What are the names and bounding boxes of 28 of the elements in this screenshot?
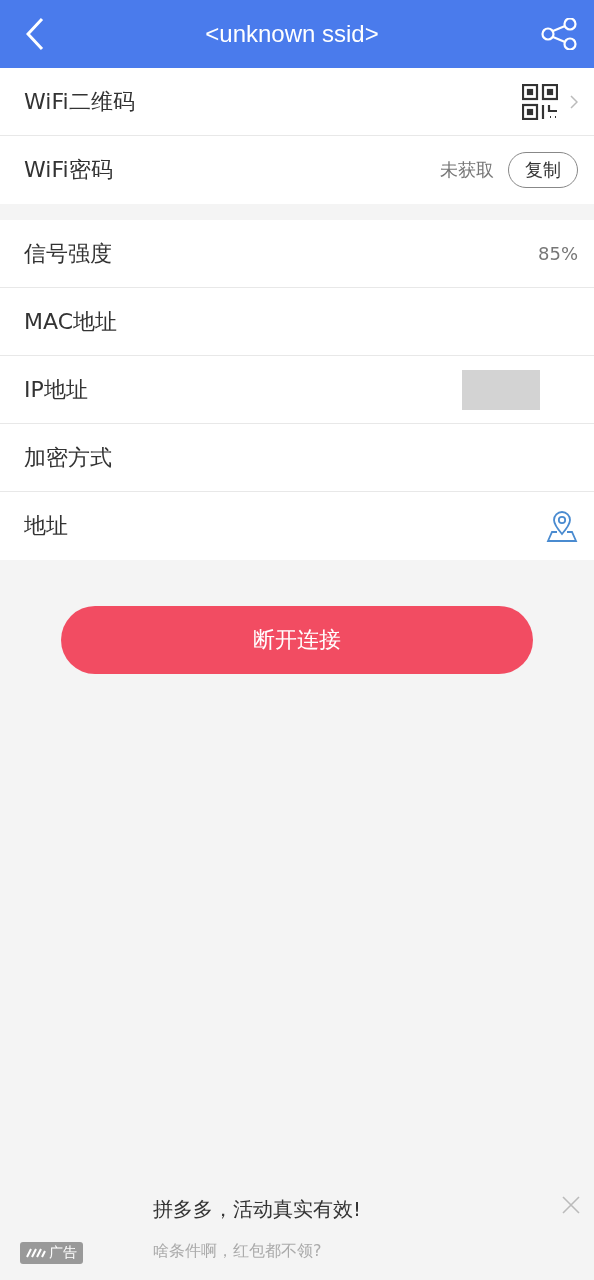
list-row[interactable]: WiFi密码 未获取 复制 <box>0 136 594 204</box>
disconnect-button[interactable]: 断开连接 <box>61 606 533 674</box>
list-row[interactable]: 地址 <box>0 492 594 560</box>
row-label: IP地址 <box>24 375 89 404</box>
ad-title[interactable]: 拼多多，活动真实有效! <box>153 1196 362 1223</box>
list-row[interactable]: IP地址 <box>0 356 594 424</box>
row-value: 85% <box>538 243 578 264</box>
list-row[interactable]: 加密方式 <box>0 424 594 492</box>
row-label: WiFi密码 <box>24 156 114 184</box>
row-label: 加密方式 <box>24 443 113 472</box>
back-icon[interactable] <box>26 17 44 51</box>
copy-button[interactable]: 复制 <box>508 152 578 188</box>
list-row[interactable]: WiFi二维码 <box>0 68 594 136</box>
list-row[interactable]: 信号强度 85% <box>0 220 594 288</box>
chevron-icon <box>570 94 578 109</box>
row-label: 信号强度 <box>24 239 113 268</box>
ad-badge-text: 广告 <box>49 1244 77 1262</box>
ad-logo-icon <box>26 1248 46 1258</box>
qr-code-icon <box>522 83 558 120</box>
row-label: WiFi二维码 <box>24 87 136 116</box>
map-pin-icon[interactable] <box>546 510 578 542</box>
list-row[interactable]: MAC地址 <box>0 288 594 356</box>
row-label: 地址 <box>24 512 69 540</box>
page-title: <unknown ssid> <box>204 20 380 48</box>
password-status: 未获取 <box>440 158 494 182</box>
ad-subtitle: 啥条件啊，红包都不领? <box>153 1241 323 1262</box>
row-label: MAC地址 <box>24 307 118 336</box>
share-icon[interactable] <box>540 18 578 50</box>
